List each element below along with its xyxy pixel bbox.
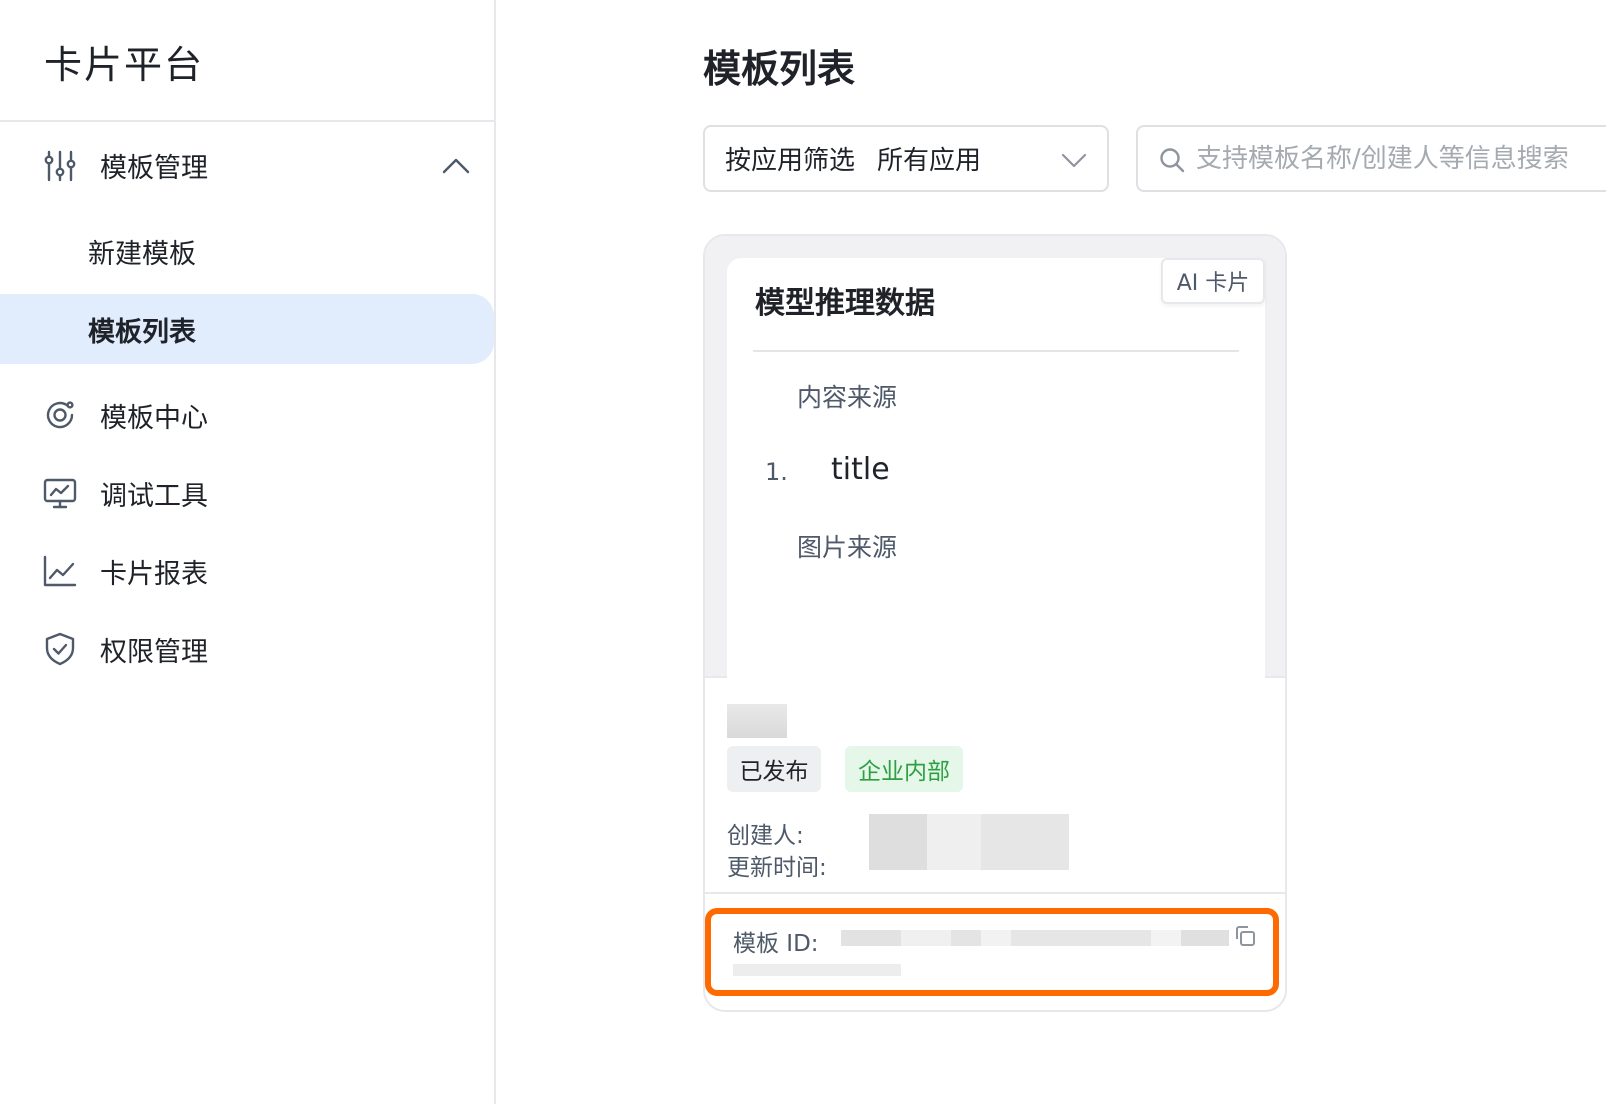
sidebar: 卡片平台 模板管理 新建模板 模板列表 模板中心 调试工具 卡片报表 权限管理: [0, 0, 496, 1104]
creator-label: 创建人:: [727, 823, 804, 849]
shield-check-icon: [45, 632, 75, 666]
sidebar-divider: [0, 120, 494, 122]
redacted-meta-values: [869, 814, 1069, 870]
sidebar-item-label: 新建模板: [88, 238, 196, 270]
redacted-template-id-line2: [733, 964, 901, 976]
line-chart-icon: [43, 555, 77, 587]
card-preview-content: 模型推理数据 AI 卡片 内容来源 1. title 图片来源: [727, 258, 1265, 678]
sidebar-item-template-center[interactable]: 模板中心: [0, 380, 494, 450]
list-item-text: title: [831, 452, 890, 487]
template-id-highlight: 模板 ID:: [705, 908, 1279, 996]
sidebar-item-label: 模板中心: [100, 402, 208, 434]
nav-group-label: 模板管理: [100, 152, 208, 184]
filter-value: 所有应用: [877, 146, 982, 176]
sidebar-item-label: 权限管理: [100, 636, 208, 668]
image-source-label: 图片来源: [797, 533, 898, 562]
search-box[interactable]: [1136, 125, 1606, 192]
filter-label: 按应用筛选: [725, 146, 856, 176]
app-filter-select[interactable]: 按应用筛选 所有应用: [703, 125, 1109, 192]
monitor-icon: [43, 478, 77, 509]
sidebar-item-permissions[interactable]: 权限管理: [0, 614, 494, 684]
status-badge: 已发布: [727, 746, 821, 792]
sliders-icon: [44, 150, 76, 182]
list-number: 1.: [765, 458, 788, 486]
sidebar-item-label: 模板列表: [88, 316, 196, 348]
chevron-down-icon: [1061, 153, 1087, 168]
brand-title: 卡片平台: [44, 43, 205, 87]
search-icon: [1160, 148, 1185, 173]
sidebar-item-new-template[interactable]: 新建模板: [0, 216, 494, 286]
card-meta: 已发布 企业内部 创建人: 更新时间:: [705, 678, 1285, 894]
sidebar-item-debug-tools[interactable]: 调试工具: [0, 458, 494, 528]
redacted-template-name: [727, 704, 787, 738]
preview-title: 模型推理数据: [755, 286, 935, 321]
template-center-icon: [46, 401, 74, 429]
scope-badge: 企业内部: [845, 746, 963, 792]
template-card[interactable]: 模型推理数据 AI 卡片 内容来源 1. title 图片来源 已发布 企业内部…: [703, 234, 1287, 1012]
nav-group-template-management[interactable]: 模板管理: [0, 130, 494, 200]
sidebar-item-card-report[interactable]: 卡片报表: [0, 536, 494, 606]
chevron-up-icon[interactable]: [440, 150, 472, 182]
page-title: 模板列表: [703, 47, 856, 91]
preview-divider: [753, 350, 1239, 352]
content-source-label: 内容来源: [797, 383, 898, 412]
copy-icon[interactable]: [1233, 924, 1257, 948]
ai-card-badge: AI 卡片: [1161, 258, 1265, 304]
sidebar-item-label: 卡片报表: [100, 558, 208, 590]
search-input[interactable]: [1196, 127, 1606, 190]
sidebar-item-template-list[interactable]: 模板列表: [0, 294, 494, 364]
redacted-template-id: [841, 930, 1229, 946]
sidebar-item-label: 调试工具: [100, 480, 208, 512]
card-preview: 模型推理数据 AI 卡片 内容来源 1. title 图片来源: [705, 236, 1285, 678]
template-id-label: 模板 ID:: [733, 931, 819, 957]
updated-time-label: 更新时间:: [727, 855, 827, 881]
